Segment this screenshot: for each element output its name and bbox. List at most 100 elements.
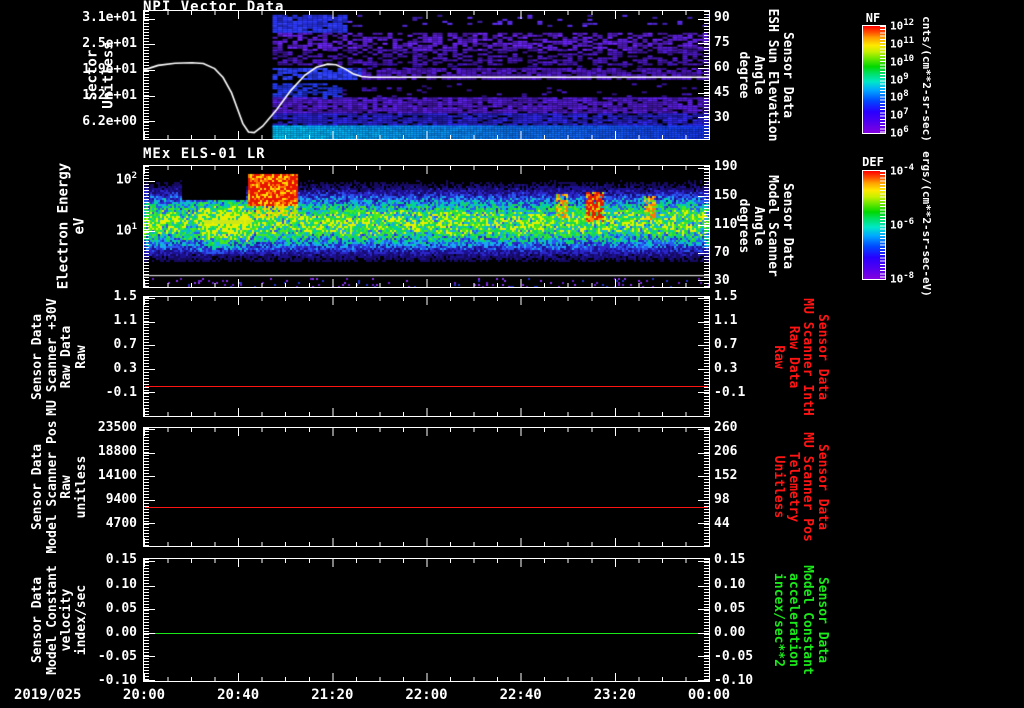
major-tick (144, 523, 155, 525)
panel4-right-axis-label: Sensor Data MU Scanner Pos Telemetry Uni… (771, 432, 831, 542)
tick-label: 0.05 (105, 600, 137, 616)
minor-ticks-left (144, 297, 149, 416)
major-tick (698, 345, 709, 347)
x-axis-time-label: 20:40 (217, 687, 260, 703)
major-ticks-bottom (144, 408, 709, 416)
tick-label: 23500 (97, 419, 137, 435)
minor-ticks-left (144, 428, 149, 546)
x-axis-time-label: 00:00 (687, 687, 731, 703)
major-tick (698, 43, 709, 45)
colorbar-tick-label: 109 (890, 71, 909, 87)
tick-label: 44 (714, 515, 730, 531)
major-ticks-bottom (144, 538, 709, 546)
colorbar-tick-label: 108 (890, 89, 909, 104)
tick-label: 1.2e+01 (82, 87, 137, 103)
tick-label: 0.7 (113, 337, 137, 352)
major-tick (698, 452, 709, 454)
major-tick (144, 392, 155, 394)
major-ticks-top (144, 428, 709, 436)
tick-label: 0.7 (714, 337, 738, 352)
colorbar-tick-label: 10-4 (890, 163, 915, 178)
major-tick (144, 18, 155, 20)
minor-ticks-right (704, 166, 709, 287)
minor-ticks-left (144, 11, 149, 139)
tick-label: 0.15 (105, 551, 137, 567)
tick-label: 150 (714, 187, 738, 203)
major-tick (144, 70, 155, 72)
colorbar-tick-label: 106 (890, 125, 909, 140)
panel-scanner-pos (143, 427, 710, 547)
tick-label: 60 (714, 60, 730, 75)
colorbar-tick-label: 1011 (890, 35, 915, 51)
major-tick (144, 632, 155, 634)
minor-ticks-right (704, 297, 709, 416)
tick-label: -0.1 (105, 385, 137, 400)
tick-label: 0.10 (714, 576, 746, 592)
major-tick (698, 92, 709, 94)
tick-label: 14100 (97, 467, 137, 483)
minor-ticks-right (704, 428, 709, 546)
major-tick (698, 392, 709, 394)
panel-model-constant (143, 558, 710, 682)
tick-label: -0.1 (714, 385, 746, 400)
red-data-line (145, 386, 708, 387)
tick-label: 1.1 (714, 312, 738, 328)
major-tick (698, 499, 709, 501)
green-data-line (145, 633, 708, 634)
x-axis-time-label: 22:00 (405, 687, 448, 703)
panel5-right-axis-label: Sensor Data Model Constant acceleration … (771, 565, 831, 675)
x-axis-time-label: 22:40 (499, 687, 542, 703)
tick-label: 260 (714, 419, 738, 435)
tick-label: -0.05 (97, 648, 137, 664)
els-spectrogram-canvas (144, 166, 709, 287)
major-tick (698, 428, 709, 430)
major-tick (144, 585, 155, 587)
major-tick (144, 452, 155, 454)
tick-label: 0.00 (105, 625, 137, 641)
figure-root: NPI Vector Data MEx ELS-01 LR Sector Uni… (0, 0, 1024, 708)
major-tick (698, 656, 709, 658)
tick-label: 30 (714, 110, 730, 125)
colorbar-ticks (880, 26, 885, 133)
major-tick (144, 680, 155, 682)
npi-spectrogram-canvas (144, 11, 709, 139)
x-axis-time-label: 21:20 (311, 687, 354, 703)
major-ticks-bottom (144, 279, 709, 287)
tick-label: 0.10 (105, 576, 137, 592)
minor-ticks-left (144, 559, 149, 681)
major-ticks-top (144, 11, 709, 19)
tick-label: 110 (714, 217, 738, 233)
tick-label: 1.1 (113, 312, 137, 328)
tick-label: 70 (714, 244, 730, 260)
major-ticks-top (144, 559, 709, 567)
colorbar-ticks (880, 171, 885, 279)
tick-label: 206 (714, 443, 738, 459)
major-tick (698, 523, 709, 525)
major-tick (144, 345, 155, 347)
major-tick (144, 230, 155, 232)
nf-colorbar (862, 25, 886, 134)
major-tick (698, 609, 709, 611)
major-tick (698, 18, 709, 20)
major-tick (144, 499, 155, 501)
colorbar-tick-label: 10-6 (890, 217, 915, 232)
major-ticks-bottom (144, 673, 709, 681)
tick-label: 30 (714, 272, 730, 288)
tick-label: 18800 (97, 443, 137, 459)
panel4-left-axis-label: Sensor Data Model Scanner Pos Raw unitle… (29, 420, 89, 554)
major-tick (144, 368, 155, 370)
major-tick (698, 68, 709, 70)
colorbar-tick-label: 1012 (890, 18, 915, 33)
tick-label: 45 (714, 85, 730, 100)
major-tick (698, 167, 709, 169)
major-tick (144, 121, 155, 123)
panel2-title: MEx ELS-01 LR (143, 146, 266, 162)
def-colorbar-title: DEF (862, 155, 884, 169)
colorbar-tick-label: 107 (890, 107, 909, 122)
panel-npi-vector (143, 10, 710, 140)
tick-label: 9400 (105, 491, 137, 507)
tick-label: 0.3 (714, 360, 738, 376)
major-tick (698, 680, 709, 682)
x-axis-time-label: 23:20 (593, 687, 636, 703)
panel-mu-scanner-raw (143, 296, 710, 417)
